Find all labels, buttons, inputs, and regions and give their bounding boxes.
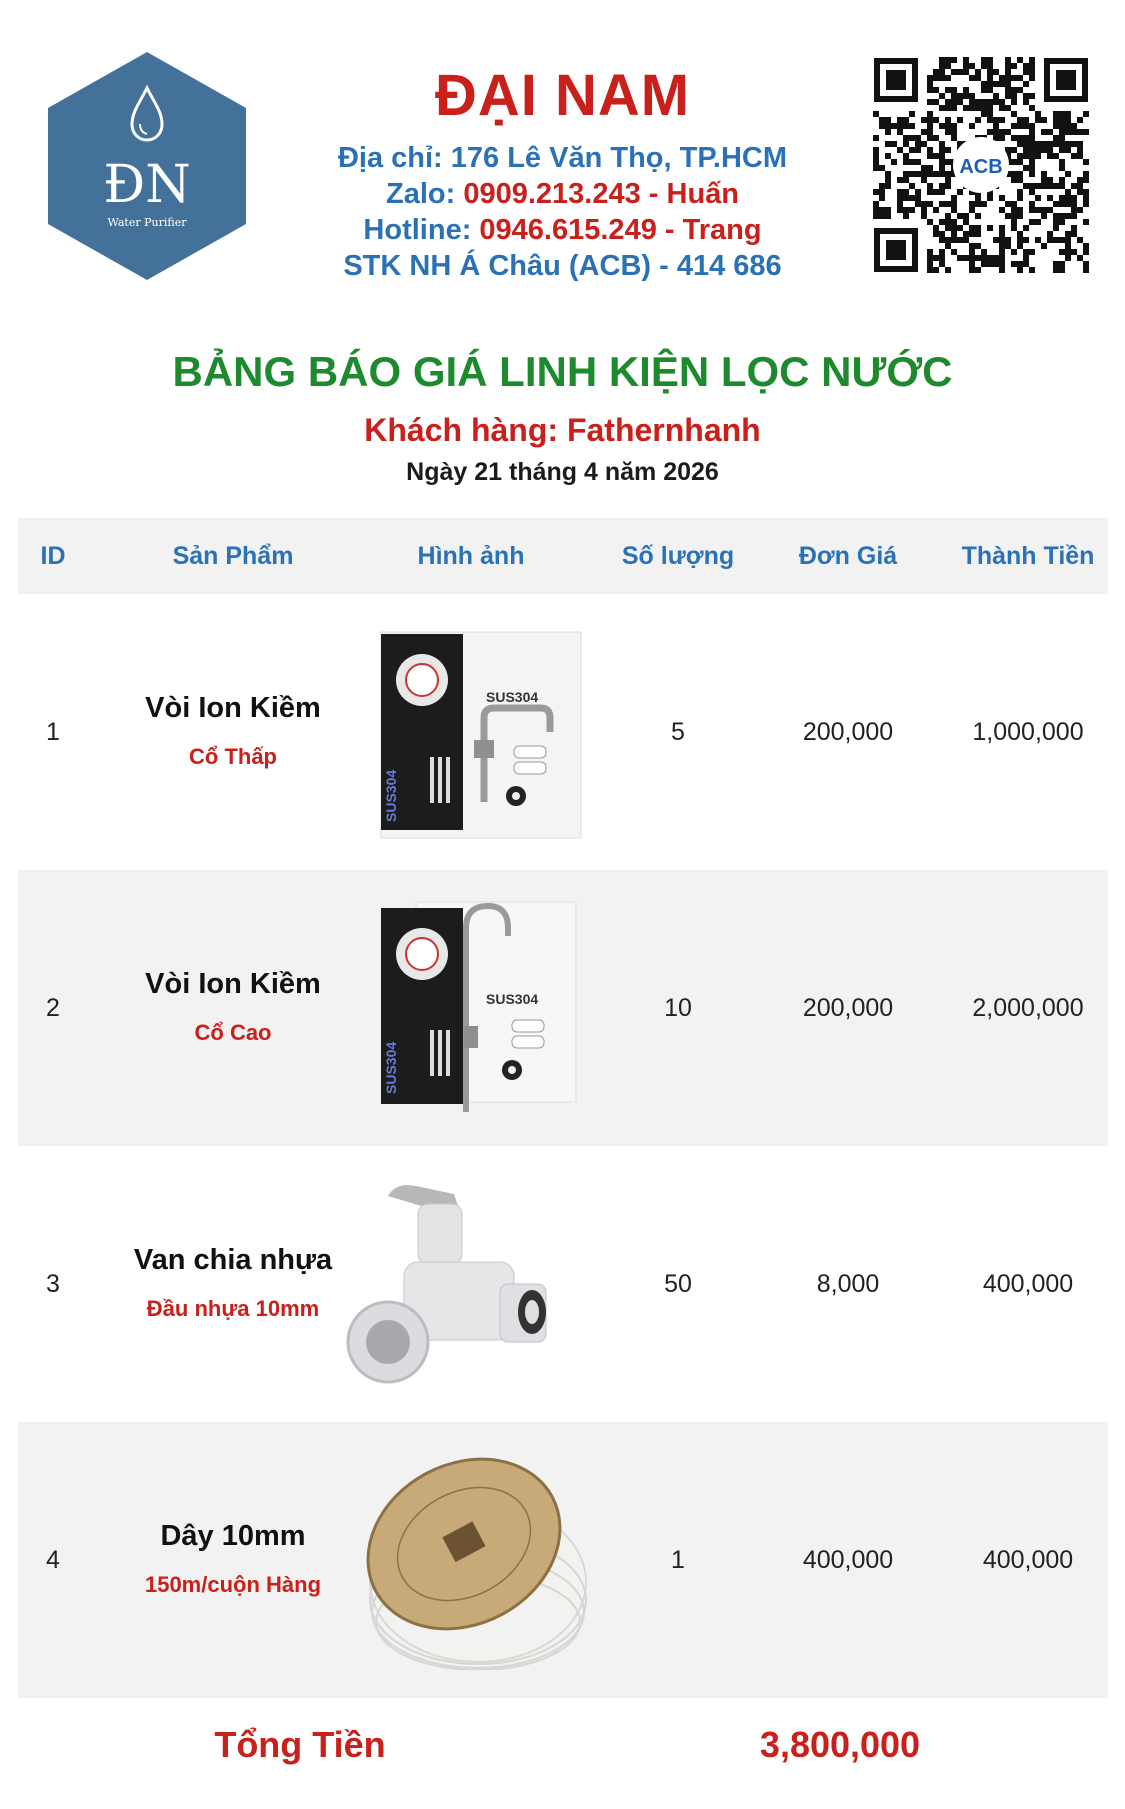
row-id: 3: [46, 1270, 60, 1298]
address-label: Địa chỉ:: [337, 142, 451, 174]
hotline-value: 0946.615.249 - Trang: [479, 214, 762, 246]
total-value: 3,800,000: [759, 1724, 921, 1765]
address-value: 176 Lê Văn Thọ, TP.HCM: [450, 142, 788, 174]
customer-name: Khách hàng: Fathernhanh: [364, 412, 761, 448]
table-row: 4 Dây 10mm 150m/cuộn Hàng 1 400,000 400,…: [18, 1422, 1108, 1698]
zalo-value: 0909.213.243 - Huấn: [463, 178, 739, 210]
row-id: 2: [46, 994, 60, 1022]
column-header-amount: Thành Tiền: [961, 542, 1095, 570]
payment-qr-code: ACB: [872, 56, 1090, 274]
table-row: 1 Vòi Ion Kiềm Cổ Thấp SUS304 SUS304 5 2…: [18, 594, 1108, 870]
row-amount: 2,000,000: [972, 994, 1084, 1022]
document-date: Ngày 21 tháng 4 năm 2026: [406, 458, 719, 486]
hotline-label: Hotline:: [363, 214, 480, 246]
document-title: BẢNG BÁO GIÁ LINH KIỆN LỌC NƯỚC: [172, 348, 953, 395]
product-variant: 150m/cuộn Hàng: [144, 1572, 322, 1597]
svg-text:SUS304: SUS304: [383, 770, 399, 822]
product-variant: Cổ Cao: [194, 1020, 272, 1045]
svg-text:SUS304: SUS304: [383, 1042, 399, 1094]
table-header: ID Sản Phẩm Hình ảnh Số lượng Đơn Giá Th…: [18, 518, 1108, 594]
svg-text:SUS304: SUS304: [486, 689, 538, 705]
total-label: Tổng Tiền: [214, 1724, 386, 1765]
product-name: Van chia nhựa: [133, 1244, 333, 1276]
table-row: 3 Van chia nhựa Đầu nhựa 10mm 50 8,000 4…: [18, 1146, 1108, 1422]
row-amount: 400,000: [982, 1546, 1074, 1574]
row-id: 4: [46, 1546, 60, 1574]
svg-text:SUS304: SUS304: [486, 991, 538, 1007]
table-row: 2 Vòi Ion Kiềm Cổ Cao SUS304 SUS304 10 2…: [18, 870, 1108, 1146]
product-name: Vòi Ion Kiềm: [145, 692, 321, 724]
zalo-label: Zalo:: [385, 178, 464, 210]
product-variant: Cổ Thấp: [189, 744, 277, 769]
column-header-id: ID: [40, 542, 66, 570]
column-header-product: Sản Phẩm: [172, 542, 294, 570]
product-variant: Đầu nhựa 10mm: [146, 1296, 320, 1321]
qr-bank-badge: ACB: [959, 156, 1002, 178]
row-id: 1: [46, 718, 60, 746]
product-name: Vòi Ion Kiềm: [145, 968, 321, 1000]
product-name: Dây 10mm: [160, 1520, 306, 1552]
row-amount: 400,000: [982, 1270, 1074, 1298]
row-amount: 1,000,000: [972, 718, 1084, 746]
